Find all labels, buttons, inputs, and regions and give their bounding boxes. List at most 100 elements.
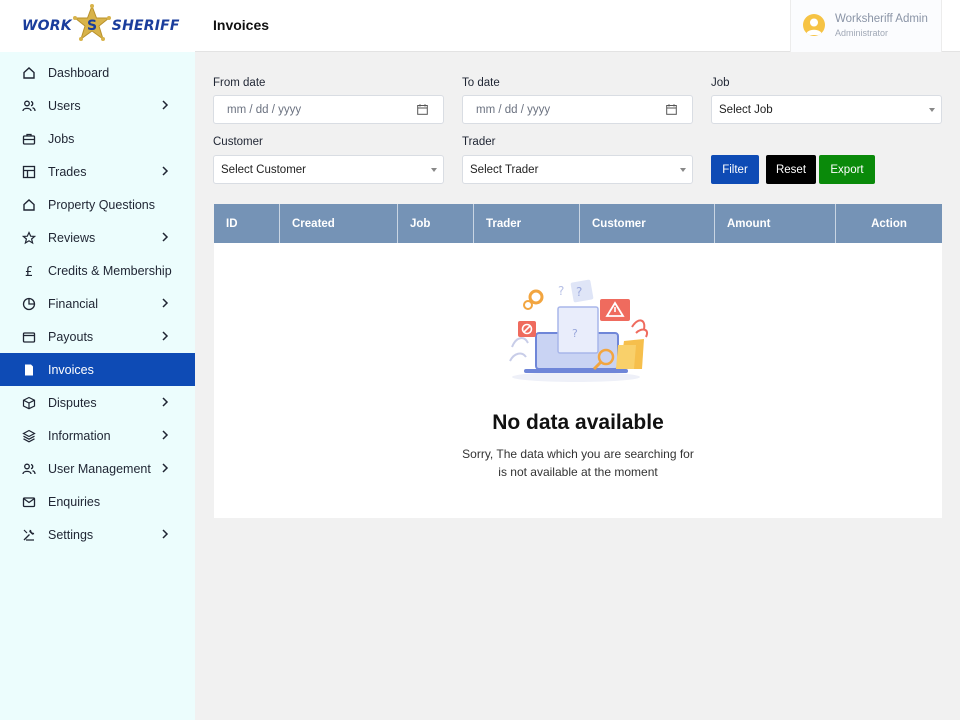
chevron-right-icon	[162, 166, 169, 176]
sidebar-item-label: Trades	[48, 164, 87, 179]
calendar-icon[interactable]	[417, 104, 428, 115]
trader-label: Trader	[462, 136, 496, 148]
briefcase-icon	[22, 132, 36, 146]
to-date-field[interactable]: mm / dd / yyyy	[462, 95, 693, 124]
sidebar-item-information[interactable]: Information	[0, 419, 195, 452]
sidebar-item-enquiries[interactable]: Enquiries	[0, 485, 195, 518]
sidebar: WORK S SHERIFF Dashboard Users Jobs Trad…	[0, 0, 195, 720]
to-date-label: To date	[462, 77, 500, 89]
sidebar-item-financial[interactable]: Financial	[0, 287, 195, 320]
user-menu[interactable]: Worksheriff Admin Administrator	[790, 0, 942, 52]
chevron-right-icon	[162, 529, 169, 539]
sidebar-item-user-management[interactable]: User Management	[0, 452, 195, 485]
sidebar-item-settings[interactable]: Settings	[0, 518, 195, 551]
empty-state-message: Sorry, The data which you are searching …	[214, 445, 942, 481]
sidebar-item-label: Invoices	[48, 362, 94, 377]
user-role: Administrator	[835, 28, 889, 38]
export-button[interactable]: Export	[819, 155, 875, 184]
column-header-action: Action	[871, 217, 907, 230]
chevron-right-icon	[162, 430, 169, 440]
sidebar-item-label: Enquiries	[48, 494, 101, 509]
sidebar-item-label: Users	[48, 98, 81, 113]
home-icon	[22, 198, 36, 212]
sidebar-item-label: Reviews	[48, 230, 96, 245]
home-icon	[22, 66, 36, 80]
layers-icon	[22, 429, 36, 443]
column-header-customer[interactable]: Customer	[580, 204, 715, 243]
sidebar-item-dashboard[interactable]: Dashboard	[0, 56, 195, 89]
column-header-id[interactable]: ID	[214, 204, 280, 243]
tools-icon	[22, 528, 36, 542]
empty-state-line-2: is not available at the moment	[498, 465, 658, 479]
page-title: Invoices	[213, 17, 270, 33]
sidebar-item-reviews[interactable]: Reviews	[0, 221, 195, 254]
sidebar-item-label: Jobs	[48, 131, 75, 146]
mail-icon	[22, 495, 36, 509]
job-select[interactable]: Select Job	[711, 95, 942, 124]
to-date-placeholder: mm / dd / yyyy	[476, 103, 551, 116]
trader-select[interactable]: Select Trader	[462, 155, 693, 184]
chevron-right-icon	[162, 397, 169, 407]
from-date-label: From date	[213, 77, 266, 89]
sidebar-item-label: Dashboard	[48, 65, 110, 80]
column-header-amount[interactable]: Amount	[715, 204, 836, 243]
top-header: Invoices Worksheriff Admin Administrator	[195, 0, 960, 52]
job-label: Job	[711, 77, 730, 89]
caret-down-icon	[929, 108, 935, 112]
sidebar-item-credits-membership[interactable]: £ Credits & Membership	[0, 254, 195, 287]
sidebar-item-label: User Management	[48, 461, 151, 476]
svg-text:S: S	[87, 18, 97, 34]
job-select-value: Select Job	[719, 103, 773, 116]
chevron-right-icon	[162, 298, 169, 308]
customer-select[interactable]: Select Customer	[213, 155, 444, 184]
user-name: Worksheriff Admin	[835, 13, 928, 25]
caret-down-icon	[431, 168, 437, 172]
svg-text:£: £	[25, 265, 33, 278]
sidebar-item-invoices[interactable]: Invoices	[0, 353, 195, 386]
users-icon	[22, 462, 36, 476]
empty-state-line-1: Sorry, The data which you are searching …	[462, 447, 694, 461]
empty-state-title: No data available	[492, 411, 664, 434]
table-body: ? ? ? No data available Sorry, The data …	[214, 243, 942, 518]
from-date-field[interactable]: mm / dd / yyyy	[213, 95, 444, 124]
column-header-job[interactable]: Job	[398, 204, 474, 243]
avatar	[803, 14, 825, 36]
sidebar-item-users[interactable]: Users	[0, 89, 195, 122]
sidebar-item-label: Information	[48, 428, 111, 443]
svg-text:?: ?	[572, 327, 578, 340]
sidebar-item-payouts[interactable]: Payouts	[0, 320, 195, 353]
no-data-illustration: ? ? ?	[509, 279, 648, 382]
sidebar-item-trades[interactable]: Trades	[0, 155, 195, 188]
column-header-created[interactable]: Created	[280, 204, 398, 243]
chevron-right-icon	[162, 463, 169, 473]
sidebar-item-label: Disputes	[48, 395, 97, 410]
logo-text-right: SHERIFF	[111, 18, 180, 34]
filter-button[interactable]: Filter	[711, 155, 759, 184]
sidebar-nav: Dashboard Users Jobs Trades Property Que…	[0, 56, 195, 551]
user-icon	[806, 18, 822, 35]
sidebar-item-label: Financial	[48, 296, 99, 311]
pound-icon: £	[22, 264, 36, 278]
caret-down-icon	[680, 168, 686, 172]
column-header-trader[interactable]: Trader	[474, 204, 580, 243]
table-icon	[22, 165, 36, 179]
star-icon	[22, 230, 36, 245]
from-date-placeholder: mm / dd / yyyy	[227, 103, 302, 116]
sidebar-item-property-questions[interactable]: Property Questions	[0, 188, 195, 221]
sidebar-item-label: Property Questions	[48, 197, 155, 212]
sidebar-item-disputes[interactable]: Disputes	[0, 386, 195, 419]
trader-select-value: Select Trader	[470, 163, 539, 176]
sheriff-star-icon: S	[72, 4, 111, 41]
document-icon	[22, 363, 36, 377]
sidebar-item-label: Payouts	[48, 329, 94, 344]
calendar-icon[interactable]	[666, 104, 677, 115]
users-icon	[22, 99, 36, 113]
chevron-right-icon	[162, 100, 169, 110]
chevron-right-icon	[162, 331, 169, 341]
sidebar-item-jobs[interactable]: Jobs	[0, 122, 195, 155]
reset-button[interactable]: Reset	[766, 155, 816, 184]
customer-select-value: Select Customer	[221, 163, 307, 176]
worksheriff-logo[interactable]: WORK S SHERIFF	[0, 0, 195, 52]
chevron-right-icon	[162, 232, 169, 242]
table-header: ID Created Job Trader Customer Amount Ac…	[214, 204, 942, 243]
